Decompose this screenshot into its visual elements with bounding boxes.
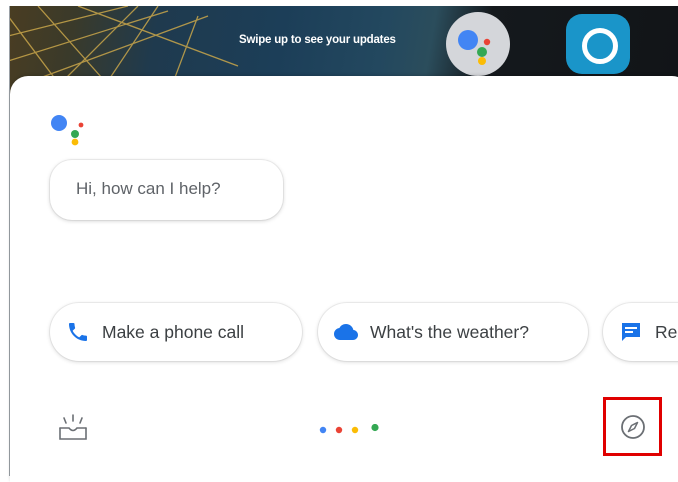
suggestion-label: What's the weather? <box>370 321 529 342</box>
listening-dots <box>319 424 379 434</box>
suggestion-chip-weather[interactable]: What's the weather? <box>318 303 588 361</box>
message-icon <box>622 323 640 341</box>
updates-tray-icon[interactable] <box>56 412 90 442</box>
suggestion-chip-message[interactable]: Re <box>603 303 678 361</box>
phone-icon <box>69 323 87 341</box>
left-margin <box>0 0 9 482</box>
alexa-app-icon[interactable] <box>566 14 630 74</box>
cloud-icon <box>334 324 358 340</box>
assistant-sheet <box>10 76 678 482</box>
alexa-ring-icon <box>582 28 618 64</box>
google-assistant-app-icon[interactable] <box>446 12 510 76</box>
explore-compass-icon <box>621 415 645 439</box>
greeting-bubble: Hi, how can I help? <box>50 160 283 220</box>
suggestion-label: Make a phone call <box>102 321 245 342</box>
swipe-up-hint[interactable]: Swipe up to see your updates <box>239 34 396 46</box>
suggestion-label: Re <box>655 321 678 342</box>
explore-highlight-box[interactable] <box>603 397 662 456</box>
screenshot-frame: Swipe up to see your updates Hi, how can… <box>0 0 678 482</box>
google-assistant-logo-icon <box>51 115 84 146</box>
assistant-logo-icon <box>458 30 491 65</box>
greeting-text: Hi, how can I help? <box>76 179 221 198</box>
suggestion-chip-phone-call[interactable]: Make a phone call <box>50 303 302 361</box>
